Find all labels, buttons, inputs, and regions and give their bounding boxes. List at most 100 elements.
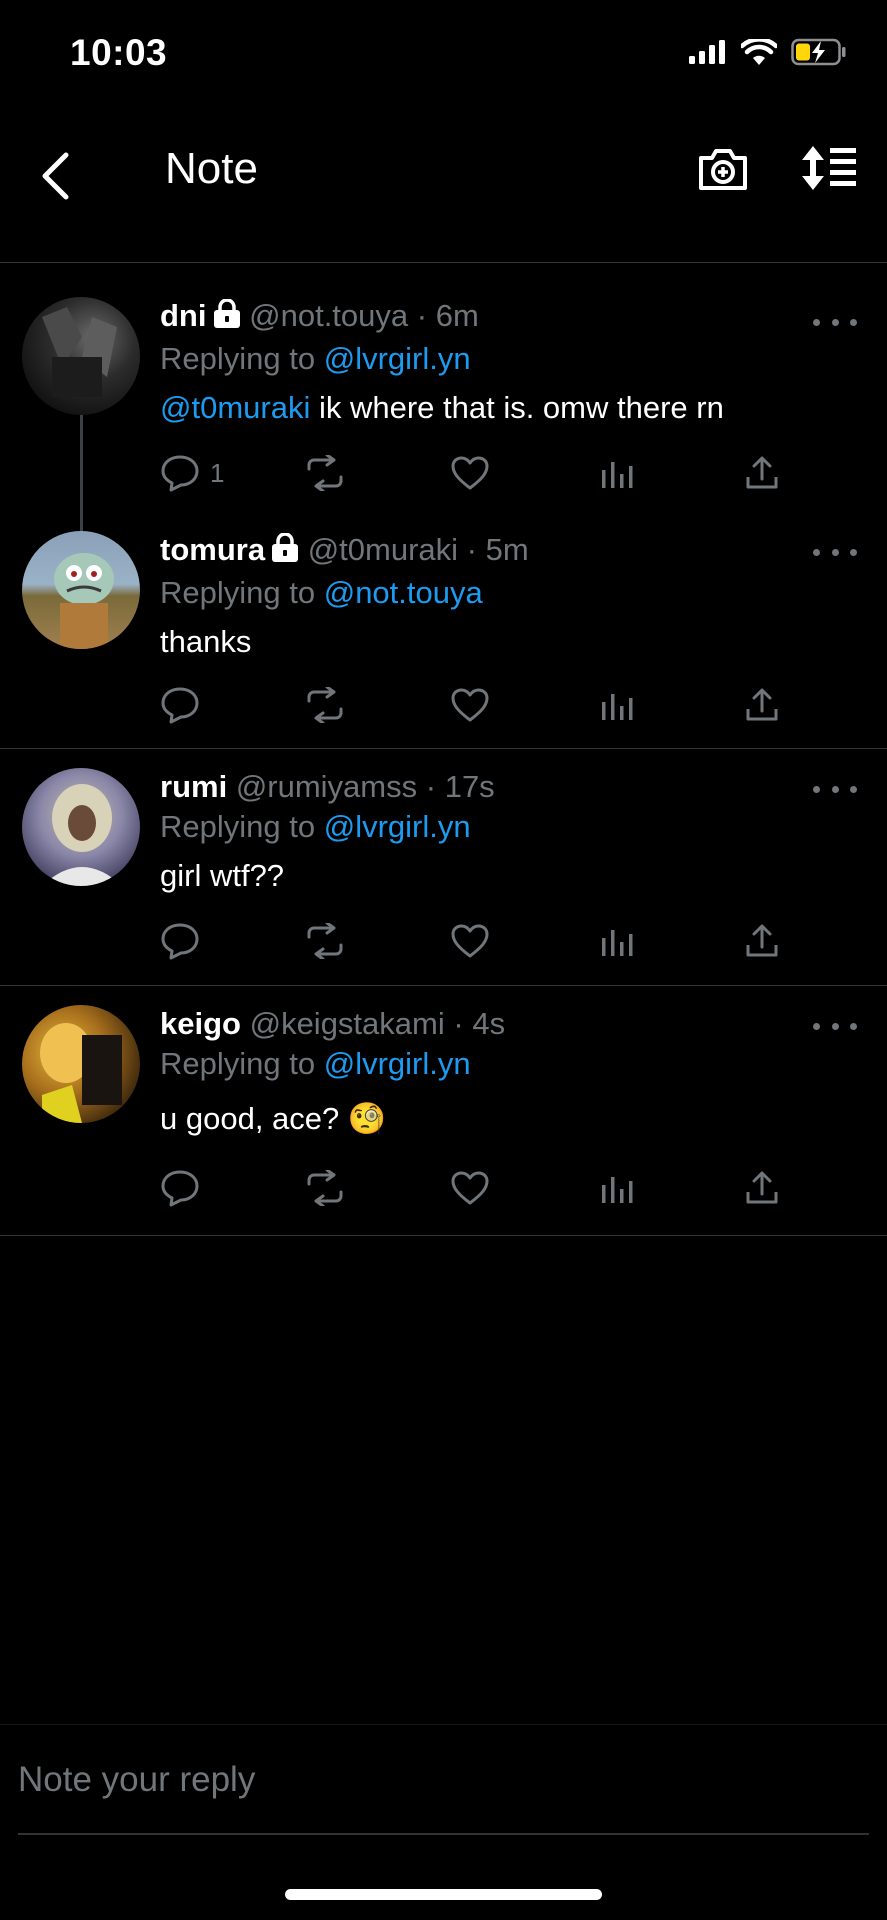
retweet-button[interactable] [303, 919, 347, 963]
views-button[interactable] [600, 919, 634, 963]
reply-button[interactable]: 1 [160, 451, 224, 495]
action-bar [160, 1166, 780, 1210]
reply-icon [161, 923, 199, 960]
views-icon [602, 694, 633, 720]
home-indicator[interactable] [285, 1889, 602, 1900]
share-button[interactable] [744, 683, 780, 727]
views-icon [602, 930, 633, 956]
more-icon [813, 318, 820, 326]
back-button[interactable] [30, 146, 80, 206]
timestamp: 4s [472, 1006, 506, 1041]
more-icon [813, 548, 820, 556]
reply-text: @t0muraki ik where that is. omw there rn [160, 388, 859, 428]
replying-to-label: Replying to [160, 809, 316, 844]
camera-plus-icon [699, 149, 747, 190]
separator-dot: · [416, 298, 428, 333]
retweet-button[interactable] [303, 683, 347, 727]
battery-icon [791, 38, 846, 66]
more-button[interactable] [813, 312, 857, 332]
action-bar [160, 683, 780, 727]
header: Note [0, 120, 887, 263]
more-button[interactable] [813, 1016, 857, 1036]
timestamp: 17s [444, 769, 495, 804]
replying-to-link[interactable]: @lvrgirl.yn [324, 341, 471, 376]
avatar[interactable] [22, 531, 140, 649]
share-icon [746, 924, 778, 957]
sort-icon [802, 146, 856, 190]
replying-to-label: Replying to [160, 1046, 316, 1081]
compose-divider [18, 1833, 869, 1835]
reply-text: u good, ace? 🧐 [160, 1101, 387, 1136]
reply-icon [161, 455, 199, 492]
wifi-icon [741, 39, 777, 65]
views-button[interactable] [600, 683, 634, 727]
reply-button[interactable] [160, 683, 210, 727]
replying-to-link[interactable]: @lvrgirl.yn [324, 1046, 471, 1081]
compose-area [0, 1724, 887, 1835]
reply-button[interactable] [160, 1166, 210, 1210]
reply-icon [161, 687, 199, 724]
retweet-button[interactable] [303, 1166, 347, 1210]
user-handle[interactable]: @keigstakami [250, 1006, 445, 1041]
status-icons [689, 38, 847, 66]
signal-icon [689, 40, 725, 64]
share-icon [746, 1171, 778, 1204]
like-icon [451, 1171, 489, 1205]
separator-dot: · [425, 769, 437, 804]
like-button[interactable] [450, 451, 490, 495]
display-name[interactable]: keigo [160, 1006, 241, 1041]
views-icon [602, 462, 633, 488]
user-handle[interactable]: @t0muraki [308, 532, 458, 567]
replying-to-link[interactable]: @not.touya [324, 575, 483, 610]
views-icon [602, 1177, 633, 1203]
reply-button[interactable] [160, 919, 210, 963]
user-handle[interactable]: @not.touya [249, 298, 408, 333]
more-button[interactable] [813, 542, 857, 562]
reply-item[interactable]: rumi @rumiyamss · 17s Replying to @lvrgi… [0, 749, 887, 986]
reply-text-body: ik where that is. omw there rn [310, 390, 724, 425]
retweet-button[interactable] [303, 451, 347, 495]
reply-item[interactable]: dni @not.touya · 6m Replying to @lvrgirl… [0, 265, 887, 565]
more-icon [813, 1022, 820, 1030]
views-button[interactable] [600, 451, 634, 495]
camera-button[interactable] [697, 146, 749, 198]
reply-text: girl wtf?? [160, 858, 285, 893]
page-title: Note [165, 144, 258, 193]
retweet-icon [307, 923, 343, 959]
sort-button[interactable] [800, 146, 864, 198]
reply-item[interactable]: tomura @t0muraki · 5m Replying to @not.t… [0, 495, 887, 749]
like-button[interactable] [450, 919, 490, 963]
mention-link[interactable]: @t0muraki [160, 390, 310, 425]
reply-icon [161, 1170, 199, 1207]
back-arrow-icon [42, 152, 69, 200]
status-time: 10:03 [70, 32, 168, 73]
views-button[interactable] [600, 1166, 634, 1210]
share-button[interactable] [744, 1166, 780, 1210]
more-button[interactable] [813, 779, 857, 799]
user-handle[interactable]: @rumiyamss [236, 769, 417, 804]
like-icon [451, 924, 489, 958]
more-icon [813, 785, 820, 793]
share-button[interactable] [744, 919, 780, 963]
share-icon [746, 688, 778, 721]
timestamp: 6m [435, 298, 479, 333]
share-button[interactable] [744, 451, 780, 495]
reply-count: 1 [210, 457, 225, 488]
share-icon [746, 456, 778, 489]
like-button[interactable] [450, 683, 490, 727]
reply-item[interactable]: keigo @keigstakami · 4s Replying to @lvr… [0, 986, 887, 1236]
avatar[interactable] [22, 768, 140, 886]
avatar[interactable] [22, 297, 140, 415]
timestamp: 5m [485, 532, 529, 567]
lock-icon [271, 532, 299, 572]
display-name[interactable]: rumi [160, 769, 227, 804]
retweet-icon [307, 687, 343, 723]
replying-to-link[interactable]: @lvrgirl.yn [324, 809, 471, 844]
reply-input[interactable] [18, 1755, 838, 1805]
avatar[interactable] [22, 1005, 140, 1123]
separator-dot: · [466, 532, 477, 567]
replying-to-label: Replying to [160, 341, 316, 376]
like-button[interactable] [450, 1166, 490, 1210]
display-name[interactable]: tomura [160, 532, 265, 567]
display-name[interactable]: dni [160, 298, 207, 333]
